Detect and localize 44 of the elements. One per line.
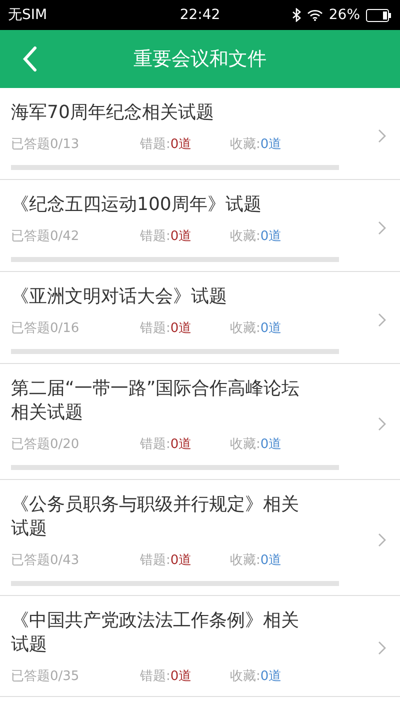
wifi-icon (306, 9, 323, 21)
favorite-count: 收藏:0道 (230, 136, 282, 154)
quiz-list-item[interactable]: 《亚洲文明对话大会》试题 已答题0/16 错题:0道 收藏:0道 (0, 272, 400, 364)
quiz-title: 《亚洲文明对话大会》试题 (11, 285, 228, 309)
quiz-list-item[interactable]: 《中国共产党政法法工作条例》相关试题 已答题0/35 错题:0道 收藏:0道 (0, 596, 400, 697)
page-title: 重要会议和文件 (134, 46, 266, 72)
quiz-title: 第二届“一带一路”国际合作高峰论坛相关试题 (11, 377, 301, 425)
answered-count: 已答题0/16 (11, 320, 80, 338)
answered-count: 已答题0/20 (11, 436, 80, 454)
chevron-right-icon (378, 128, 386, 142)
quiz-title: 《中国共产党政法法工作条例》相关试题 (11, 609, 300, 657)
quiz-list-item[interactable]: 《公务员职务与职级并行规定》相关试题 已答题0/43 错题:0道 收藏:0道 (0, 480, 400, 596)
chevron-right-icon (378, 312, 386, 326)
wrong-count: 错题:0道 (140, 552, 193, 570)
quiz-title: 海军70周年纪念相关试题 (11, 101, 215, 125)
favorite-count: 收藏:0道 (230, 320, 282, 338)
clock: 22:42 (178, 6, 222, 24)
chevron-right-icon (378, 641, 386, 655)
favorite-count: 收藏:0道 (230, 668, 282, 686)
chevron-right-icon (378, 532, 386, 546)
answered-count: 已答题0/43 (11, 552, 80, 570)
answered-count: 已答题0/42 (11, 228, 80, 246)
answered-count: 已答题0/35 (11, 668, 80, 686)
wrong-count: 错题:0道 (140, 668, 193, 686)
wrong-count: 错题:0道 (140, 136, 193, 154)
chevron-right-icon (378, 220, 386, 234)
wrong-count: 错题:0道 (140, 228, 193, 246)
quiz-list-item[interactable]: 《纪念五四运动100周年》试题 已答题0/42 错题:0道 收藏:0道 (0, 180, 400, 272)
battery-percent: 26% (328, 6, 360, 24)
wrong-count: 错题:0道 (140, 320, 193, 338)
back-icon (23, 46, 37, 72)
quiz-title: 《公务员职务与职级并行规定》相关试题 (11, 493, 300, 541)
quiz-title: 《纪念五四运动100周年》试题 (11, 193, 262, 217)
favorite-count: 收藏:0道 (230, 228, 282, 246)
wrong-count: 错题:0道 (140, 436, 193, 454)
chevron-right-icon (378, 416, 386, 430)
quiz-list-item[interactable]: 第二届“一带一路”国际合作高峰论坛相关试题 已答题0/20 错题:0道 收藏:0道 (0, 364, 400, 480)
carrier-label: 无SIM (8, 6, 48, 24)
favorite-count: 收藏:0道 (230, 436, 282, 454)
bluetooth-icon (292, 8, 301, 22)
battery-icon (366, 8, 392, 22)
answered-count: 已答题0/13 (11, 136, 80, 154)
favorite-count: 收藏:0道 (230, 552, 282, 570)
quiz-list-item[interactable]: 海军70周年纪念相关试题 已答题0/13 错题:0道 收藏:0道 (0, 88, 400, 180)
